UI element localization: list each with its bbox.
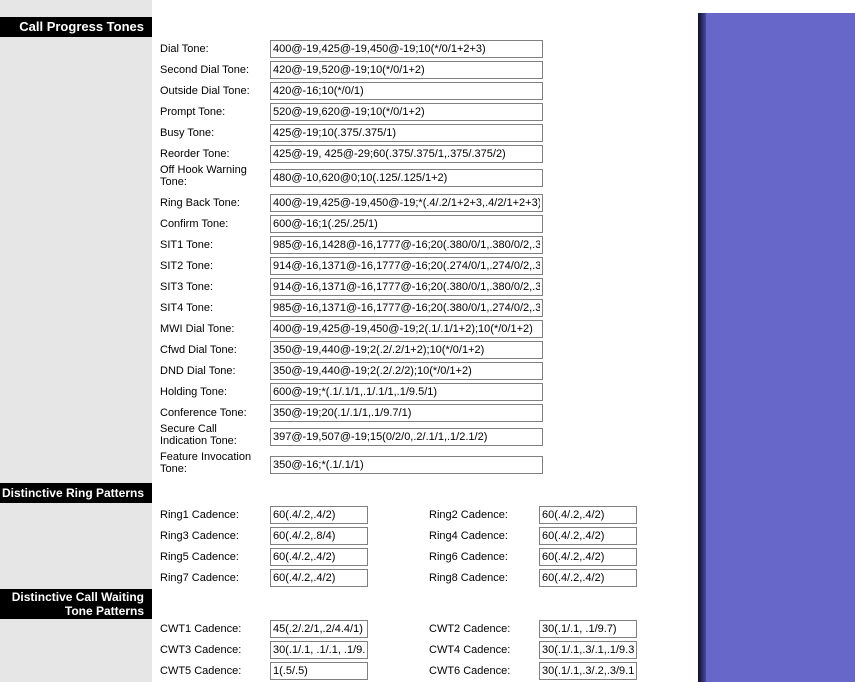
- ring4-cadence-input[interactable]: [539, 527, 637, 545]
- ring2-cadence-input[interactable]: [539, 506, 637, 524]
- secure-call-indication-tone-label: Secure Call Indication Tone:: [160, 423, 237, 447]
- feature-invocation-tone-label: Feature Invocation Tone:: [160, 451, 252, 475]
- sit2-tone-label: SIT2 Tone:: [160, 260, 213, 272]
- sit4-tone-label: SIT4 Tone:: [160, 302, 213, 314]
- ring7-cadence-label: Ring7 Cadence:: [160, 572, 239, 584]
- ring-back-tone-input[interactable]: [270, 194, 543, 212]
- prompt-tone-input[interactable]: [270, 103, 543, 121]
- dnd-dial-tone-label: DND Dial Tone:: [160, 365, 236, 377]
- ring8-cadence-input[interactable]: [539, 569, 637, 587]
- cwt6-cadence-label: CWT6 Cadence:: [429, 665, 511, 677]
- panel-divider: [698, 13, 706, 682]
- cfwd-dial-tone-input[interactable]: [270, 341, 543, 359]
- holding-tone-label: Holding Tone:: [160, 386, 228, 398]
- off-hook-warning-tone-label: Off Hook Warning Tone:: [160, 164, 247, 188]
- ring7-cadence-input[interactable]: [270, 569, 368, 587]
- ring6-cadence-input[interactable]: [539, 548, 637, 566]
- sit3-tone-label: SIT3 Tone:: [160, 281, 213, 293]
- conference-tone-label: Conference Tone:: [160, 407, 247, 419]
- ring-back-tone-label: Ring Back Tone:: [160, 197, 240, 209]
- ring4-cadence-label: Ring4 Cadence:: [429, 530, 508, 542]
- holding-tone-input[interactable]: [270, 383, 543, 401]
- ring3-cadence-input[interactable]: [270, 527, 368, 545]
- prompt-tone-label: Prompt Tone:: [160, 106, 226, 118]
- ring1-cadence-input[interactable]: [270, 506, 368, 524]
- reorder-tone-label: Reorder Tone:: [160, 148, 230, 160]
- cwt4-cadence-input[interactable]: [539, 641, 637, 659]
- sit1-tone-input[interactable]: [270, 236, 543, 254]
- cwt4-cadence-label: CWT4 Cadence:: [429, 644, 511, 656]
- section-header-distinctive-ring-patterns: Distinctive Ring Patterns: [0, 483, 152, 503]
- sit4-tone-input[interactable]: [270, 299, 543, 317]
- outside-dial-tone-input[interactable]: [270, 82, 543, 100]
- section-header-distinctive-call-waiting: Distinctive Call Waiting Tone Patterns: [0, 589, 152, 619]
- confirm-tone-input[interactable]: [270, 215, 543, 233]
- mwi-dial-tone-label: MWI Dial Tone:: [160, 323, 235, 335]
- off-hook-warning-tone-input[interactable]: [270, 169, 543, 187]
- cwt5-cadence-input[interactable]: [270, 662, 368, 680]
- cwt3-cadence-label: CWT3 Cadence:: [160, 644, 242, 656]
- feature-invocation-tone-input[interactable]: [270, 456, 543, 474]
- cwt2-cadence-input[interactable]: [539, 620, 637, 638]
- ring8-cadence-label: Ring8 Cadence:: [429, 572, 508, 584]
- ring5-cadence-input[interactable]: [270, 548, 368, 566]
- secure-call-indication-tone-input[interactable]: [270, 428, 543, 446]
- dial-tone-label: Dial Tone:: [160, 43, 209, 55]
- cwt6-cadence-input[interactable]: [539, 662, 637, 680]
- ring3-cadence-label: Ring3 Cadence:: [160, 530, 239, 542]
- mwi-dial-tone-input[interactable]: [270, 320, 543, 338]
- ring1-cadence-label: Ring1 Cadence:: [160, 509, 239, 521]
- sit1-tone-label: SIT1 Tone:: [160, 239, 213, 251]
- right-panel: [706, 13, 855, 682]
- ring5-cadence-label: Ring5 Cadence:: [160, 551, 239, 563]
- busy-tone-input[interactable]: [270, 124, 543, 142]
- section-header-call-progress-tones: Call Progress Tones: [0, 17, 152, 37]
- busy-tone-label: Busy Tone:: [160, 127, 215, 139]
- cwt2-cadence-label: CWT2 Cadence:: [429, 623, 511, 635]
- confirm-tone-label: Confirm Tone:: [160, 218, 229, 230]
- cwt1-cadence-input[interactable]: [270, 620, 368, 638]
- dial-tone-input[interactable]: [270, 40, 543, 58]
- outside-dial-tone-label: Outside Dial Tone:: [160, 85, 250, 97]
- left-sidebar: [0, 0, 152, 682]
- cwt5-cadence-label: CWT5 Cadence:: [160, 665, 242, 677]
- reorder-tone-input[interactable]: [270, 145, 543, 163]
- cfwd-dial-tone-label: Cfwd Dial Tone:: [160, 344, 237, 356]
- cwt1-cadence-label: CWT1 Cadence:: [160, 623, 242, 635]
- ring2-cadence-label: Ring2 Cadence:: [429, 509, 508, 521]
- sit2-tone-input[interactable]: [270, 257, 543, 275]
- cwt3-cadence-input[interactable]: [270, 641, 368, 659]
- sit3-tone-input[interactable]: [270, 278, 543, 296]
- conference-tone-input[interactable]: [270, 404, 543, 422]
- ring6-cadence-label: Ring6 Cadence:: [429, 551, 508, 563]
- second-dial-tone-input[interactable]: [270, 61, 543, 79]
- second-dial-tone-label: Second Dial Tone:: [160, 64, 250, 76]
- dnd-dial-tone-input[interactable]: [270, 362, 543, 380]
